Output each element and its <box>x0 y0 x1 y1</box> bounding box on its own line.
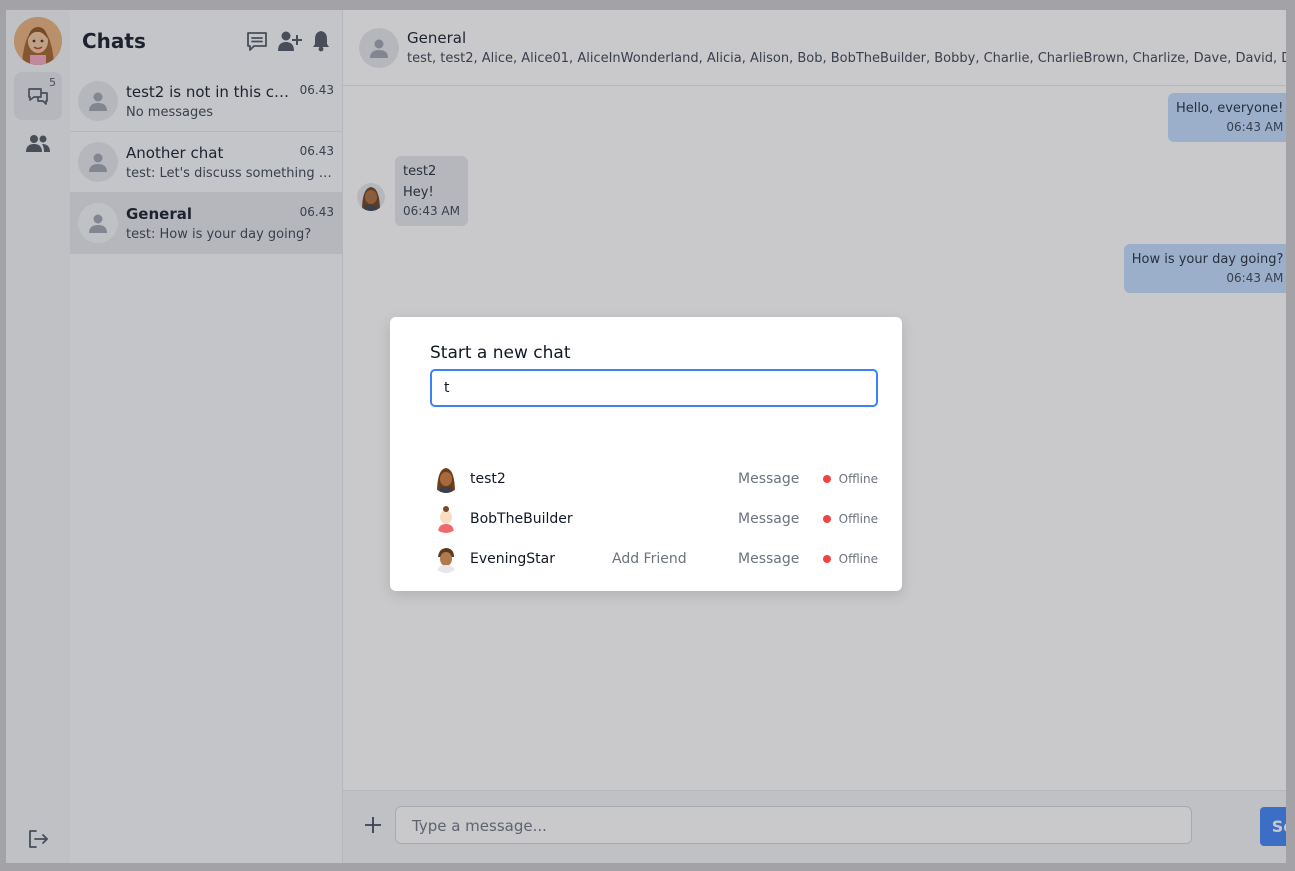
new-chat-modal: Start a new chat t test2 Message Offline… <box>390 317 902 591</box>
status-dot <box>822 475 831 483</box>
message-user-button[interactable]: Message <box>738 471 799 487</box>
user-name: EveningStar <box>470 551 555 567</box>
user-search-input[interactable]: t <box>430 369 878 407</box>
user-result-row: BobTheBuilder Message Offline <box>432 503 878 535</box>
status-label: Offline <box>838 472 878 486</box>
message-user-button[interactable]: Message <box>738 511 799 527</box>
status-label: Offline <box>838 512 878 526</box>
status-dot <box>822 515 831 523</box>
user-status: Offline <box>822 552 878 566</box>
user-result-row: test2 Message Offline <box>432 463 878 495</box>
user-name: BobTheBuilder <box>470 511 573 527</box>
user-avatar <box>432 465 460 493</box>
message-user-button[interactable]: Message <box>738 551 799 567</box>
user-avatar <box>432 505 460 533</box>
user-result-row: EveningStar Add Friend Message Offline <box>432 543 878 575</box>
add-friend-button[interactable]: Add Friend <box>612 551 687 567</box>
status-dot <box>822 555 831 563</box>
modal-title: Start a new chat <box>430 343 571 363</box>
user-avatar <box>432 545 460 573</box>
user-name: test2 <box>470 471 506 487</box>
user-status: Offline <box>822 472 878 486</box>
status-label: Offline <box>838 552 878 566</box>
user-status: Offline <box>822 512 878 526</box>
